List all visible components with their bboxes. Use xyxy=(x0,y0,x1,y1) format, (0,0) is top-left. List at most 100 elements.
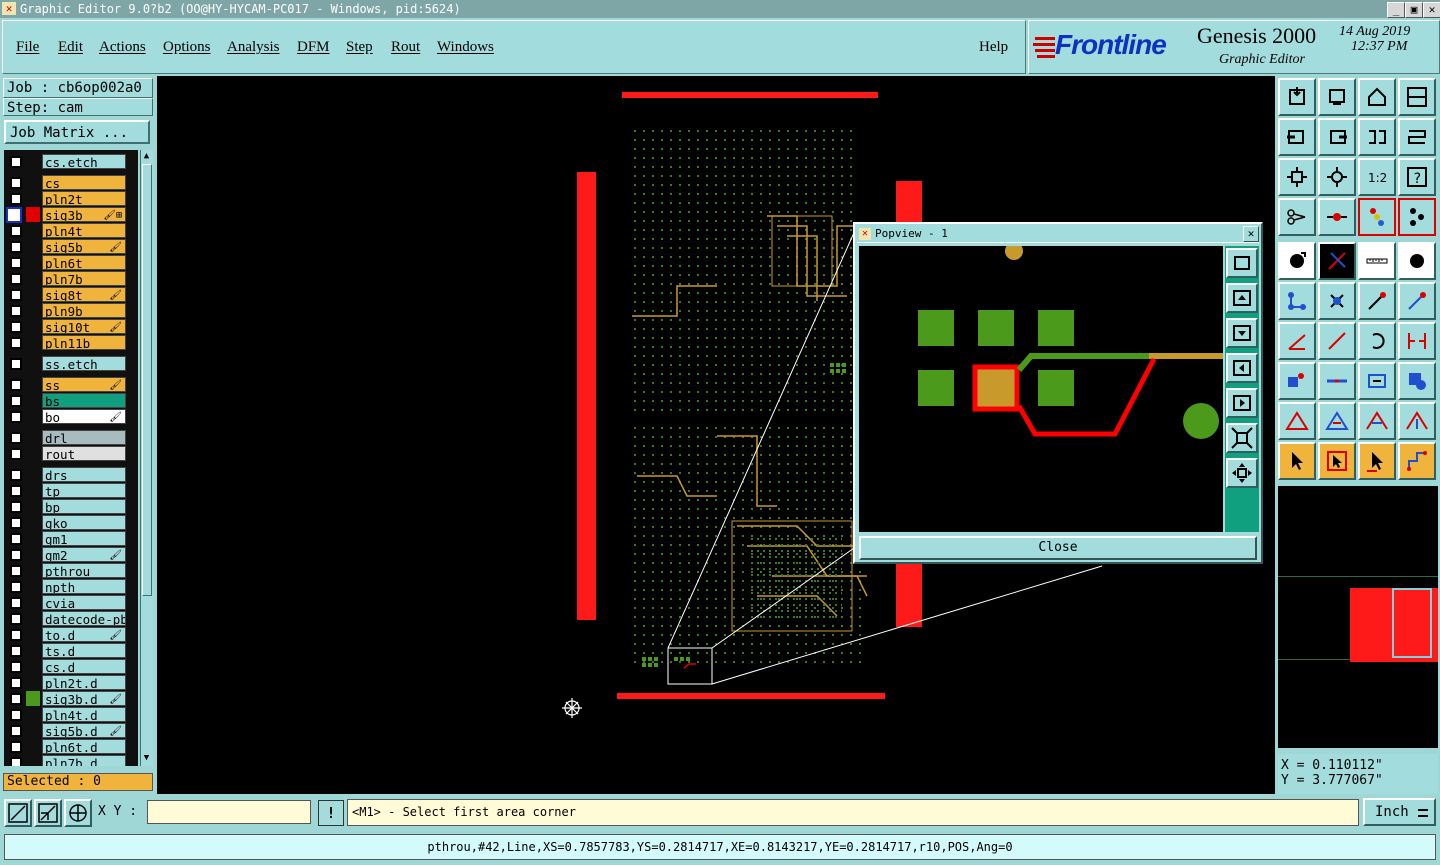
layer-color-swatch[interactable] xyxy=(26,531,40,546)
layer-checkbox[interactable] xyxy=(10,581,22,593)
layer-name[interactable]: sig5b.d 🖌 xyxy=(42,723,126,738)
layer-name[interactable]: pln11b xyxy=(42,335,126,350)
layer-row[interactable]: gm2 🖌 xyxy=(4,547,138,562)
layer-checkbox[interactable] xyxy=(10,565,22,577)
popview-pan-icon[interactable] xyxy=(1226,458,1258,488)
layer-name[interactable]: ss 🖌 xyxy=(42,377,126,392)
layer-name[interactable]: bp xyxy=(42,499,126,514)
layer-row[interactable]: gm1 xyxy=(4,531,138,546)
layer-checkbox[interactable] xyxy=(10,661,22,673)
layer-checkbox[interactable] xyxy=(10,241,22,253)
layer-name[interactable]: sig5b 🖌 xyxy=(42,239,126,254)
layer-color-swatch[interactable] xyxy=(26,154,40,169)
layer-checkbox[interactable] xyxy=(10,395,22,407)
net-icon[interactable] xyxy=(1398,442,1436,480)
layer-name[interactable]: npth xyxy=(42,579,126,594)
layer-name[interactable]: pln7b xyxy=(42,271,126,286)
menu-options[interactable]: Options xyxy=(163,39,211,56)
layer-row[interactable]: pln9b xyxy=(4,303,138,318)
layer-color-swatch[interactable] xyxy=(26,223,40,238)
layer-row[interactable]: ts.d xyxy=(4,643,138,658)
ratio-icon[interactable]: 1:2 xyxy=(1358,158,1396,196)
job-matrix-button[interactable]: Job Matrix ... xyxy=(4,120,150,144)
layer-color-swatch[interactable] xyxy=(26,207,40,222)
snap-grid-icon[interactable] xyxy=(1398,198,1436,236)
layer-row[interactable]: bs xyxy=(4,393,138,408)
layer-color-swatch[interactable] xyxy=(26,377,40,392)
layer-checkbox[interactable] xyxy=(10,156,22,168)
alert-icon[interactable]: ! xyxy=(318,800,344,826)
menu-analysis[interactable]: Analysis xyxy=(227,39,280,56)
scroll-up-arrow-icon[interactable]: ▲ xyxy=(142,151,151,161)
layer-row[interactable]: pln11b xyxy=(4,335,138,350)
popview-right-icon[interactable] xyxy=(1226,388,1258,418)
layer-checkbox[interactable] xyxy=(10,709,22,721)
overview-viewport[interactable] xyxy=(1392,588,1432,658)
maximize-button[interactable]: ▣ xyxy=(1405,2,1423,18)
layer-name[interactable]: pln9b xyxy=(42,303,126,318)
menu-rout[interactable]: Rout xyxy=(391,39,420,56)
edit-node-icon[interactable] xyxy=(1358,282,1396,320)
layer-checkbox[interactable] xyxy=(10,757,22,766)
layer-row[interactable]: rout xyxy=(4,446,138,461)
layer-row[interactable]: gko xyxy=(4,515,138,530)
layer-checkbox[interactable] xyxy=(10,597,22,609)
layer-row[interactable]: cvia xyxy=(4,595,138,610)
layer-color-swatch[interactable] xyxy=(26,239,40,254)
layer-row[interactable]: pln6t.d xyxy=(4,739,138,754)
layer-color-swatch[interactable] xyxy=(26,675,40,690)
snap-icon[interactable] xyxy=(4,799,32,827)
cut-line-icon[interactable] xyxy=(1318,362,1356,400)
layer-row[interactable]: ss 🖌 xyxy=(4,377,138,392)
layer-color-swatch[interactable] xyxy=(26,175,40,190)
layer-row[interactable]: drl xyxy=(4,430,138,445)
home-icon[interactable] xyxy=(1278,78,1316,116)
layer-checkbox[interactable] xyxy=(10,469,22,481)
overview-panel[interactable] xyxy=(1278,486,1438,748)
layer-color-swatch[interactable] xyxy=(26,611,40,626)
layer-name[interactable]: pln6t.d xyxy=(42,739,126,754)
layer-name[interactable]: cs.etch xyxy=(42,154,126,169)
feature-pad-icon[interactable] xyxy=(1278,362,1316,400)
popview-zoom-fit-icon[interactable] xyxy=(1226,248,1258,278)
layer-name[interactable]: gko xyxy=(42,515,126,530)
layer-color-swatch[interactable] xyxy=(26,723,40,738)
menu-dfm[interactable]: DFM xyxy=(297,39,330,56)
zoom-swap-icon[interactable] xyxy=(1358,118,1396,156)
grid-icon[interactable] xyxy=(64,799,92,827)
layer-color-swatch[interactable] xyxy=(26,627,40,642)
layer-checkbox[interactable] xyxy=(10,549,22,561)
mirror-icon[interactable] xyxy=(1398,322,1436,360)
layer-name[interactable]: pln2t.d xyxy=(42,675,126,690)
layer-row[interactable]: pln4t xyxy=(4,223,138,238)
popview-canvas[interactable] xyxy=(859,242,1223,532)
layer-checkbox[interactable] xyxy=(10,321,22,333)
menu-actions[interactable]: Actions xyxy=(99,39,146,56)
dimension-icon[interactable] xyxy=(1358,362,1396,400)
layer-row[interactable]: pln2t xyxy=(4,191,138,206)
minimize-button[interactable]: _ xyxy=(1387,2,1405,18)
layer-color-swatch[interactable] xyxy=(26,563,40,578)
layer-checkbox[interactable] xyxy=(10,273,22,285)
layer-row[interactable]: pln7b.d xyxy=(4,755,138,766)
layer-row[interactable]: npth xyxy=(4,579,138,594)
layer-list[interactable]: cs.etch cs pln2t sig3b 🖌⊞ pln4t sig5b 🖌 pln6t pln… xyxy=(4,150,138,766)
layer-color-swatch[interactable] xyxy=(26,707,40,722)
popview-down-icon[interactable] xyxy=(1226,318,1258,348)
layer-row[interactable]: bp xyxy=(4,499,138,514)
layer-row[interactable]: sig8t 🖌 xyxy=(4,287,138,302)
layer-name[interactable]: gm1 xyxy=(42,531,126,546)
layer-color-swatch[interactable] xyxy=(26,303,40,318)
layer-color-swatch[interactable] xyxy=(26,335,40,350)
pointer-filter-icon[interactable] xyxy=(1358,442,1396,480)
zoom-home-icon[interactable] xyxy=(1318,158,1356,196)
layer-row[interactable]: pln4t.d xyxy=(4,707,138,722)
layer-color-swatch[interactable] xyxy=(26,643,40,658)
layer-name[interactable]: bo 🖌 xyxy=(42,409,126,424)
layer-color-swatch[interactable] xyxy=(26,755,40,766)
popview-left-icon[interactable] xyxy=(1226,353,1258,383)
popview-title-bar[interactable]: ✕ Popview - 1 ✕ xyxy=(857,226,1259,243)
layer-color-swatch[interactable] xyxy=(26,515,40,530)
layer-color-swatch[interactable] xyxy=(26,191,40,206)
layer-row[interactable]: pln7b xyxy=(4,271,138,286)
